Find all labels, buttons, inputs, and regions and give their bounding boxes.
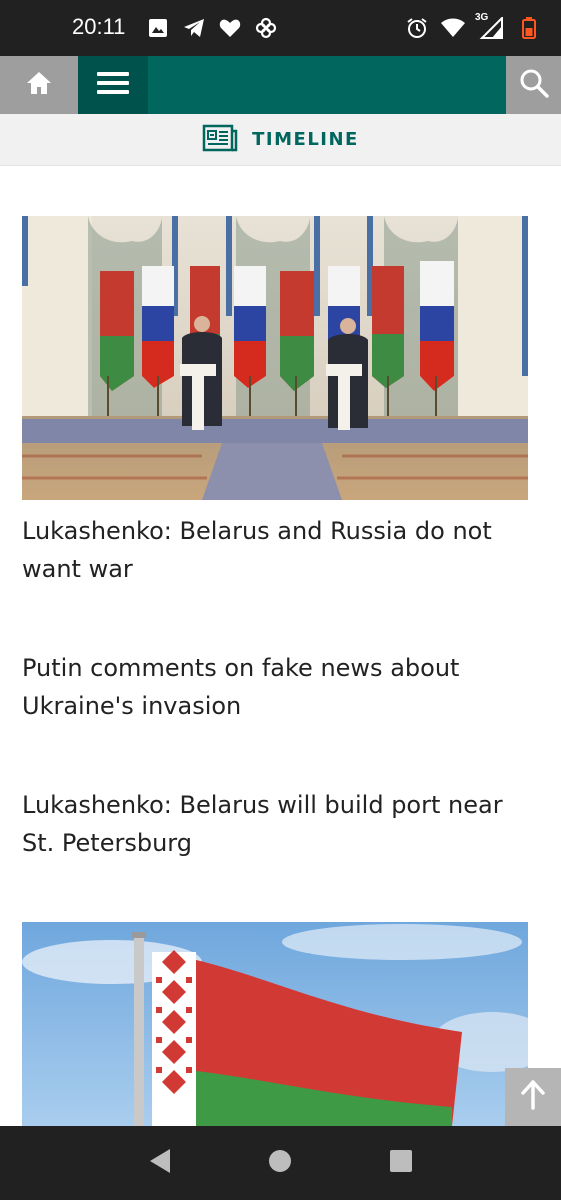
telegram-icon [182, 16, 206, 40]
press-conference-flags-photo [22, 216, 528, 500]
article-headline-1[interactable]: Lukashenko: Belarus and Russia do not wa… [22, 512, 532, 588]
android-nav-bar [0, 1126, 561, 1200]
battery-icon [517, 16, 541, 40]
heart-icon [218, 16, 242, 40]
scroll-to-top-button[interactable] [505, 1068, 561, 1126]
system-icons: 3G [405, 12, 541, 40]
home-icon [25, 70, 53, 100]
home-nav-button[interactable] [260, 1143, 300, 1183]
search-button[interactable] [506, 56, 561, 114]
article-headline-2[interactable]: Putin comments on fake news about Ukrain… [22, 649, 532, 725]
header-spacer [148, 56, 506, 114]
article-headline-3[interactable]: Lukashenko: Belarus will build port near… [22, 786, 532, 862]
back-icon [148, 1148, 172, 1178]
signal-icon: 3G [475, 12, 505, 40]
search-icon [519, 68, 549, 102]
timeline-label: TIMELINE [252, 129, 359, 150]
home-circle-icon [268, 1149, 292, 1177]
recents-button[interactable] [381, 1143, 421, 1183]
hamburger-menu-icon [97, 71, 129, 99]
app-header [0, 56, 561, 114]
status-bar: 20:11 3G [0, 0, 561, 56]
belarus-flag-photo [22, 922, 528, 1126]
menu-button[interactable] [78, 56, 148, 114]
recents-icon [389, 1149, 413, 1177]
home-button[interactable] [0, 56, 78, 114]
status-time: 20:11 [72, 14, 126, 39]
article-image[interactable] [22, 216, 528, 500]
notification-icons [146, 16, 278, 40]
article-image[interactable] [22, 922, 528, 1126]
network-type-label: 3G [475, 12, 489, 23]
pinwheel-icon [254, 16, 278, 40]
arrow-up-icon [521, 1080, 545, 1114]
wifi-icon [441, 16, 465, 40]
alarm-icon [405, 16, 429, 40]
back-button[interactable] [140, 1143, 180, 1183]
timeline-bar[interactable]: TIMELINE [0, 114, 561, 166]
newspaper-icon [202, 124, 238, 156]
image-icon [146, 16, 170, 40]
